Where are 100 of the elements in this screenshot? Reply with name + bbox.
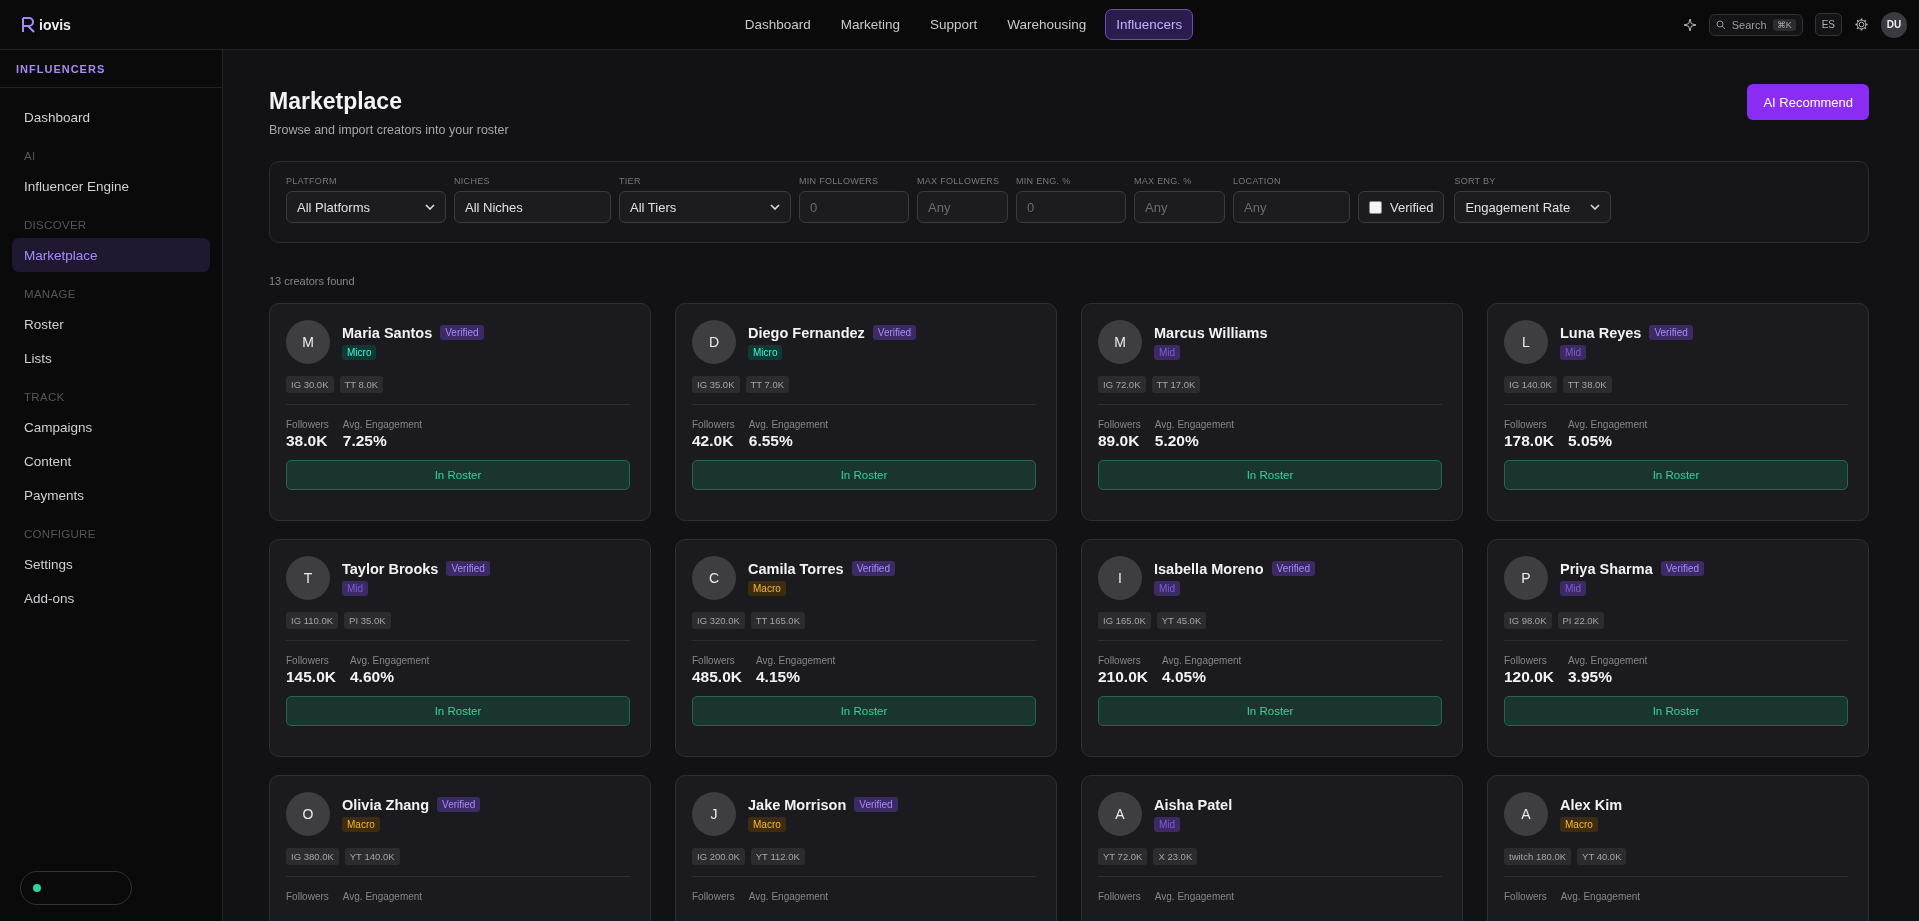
nav-tab[interactable]: Support [918, 9, 989, 40]
stat-label: Followers [1098, 891, 1141, 902]
creator-name: Maria Santos [342, 324, 433, 341]
nav-tab[interactable]: Marketing [829, 9, 911, 40]
verified-checkbox[interactable]: Verified [1358, 191, 1445, 223]
nav-tab[interactable]: Dashboard [733, 9, 822, 40]
stat-label: Avg. Engagement [342, 419, 423, 430]
in-roster-button[interactable]: In Roster [1504, 460, 1848, 490]
caret-icon [425, 204, 435, 210]
platform-chip: IG 110.0K [286, 612, 339, 629]
tier-badge: Micro [342, 344, 377, 360]
filter-label: MIN FOLLOWERS [799, 176, 880, 186]
nav-tab[interactable]: Influencers [1105, 9, 1194, 40]
creator-name: Diego Fernandez [748, 324, 865, 341]
input-field[interactable]: Any [917, 191, 1008, 223]
stat-label: Avg. Engagement [748, 891, 829, 902]
creator-name: Isabella Moreno [1154, 560, 1264, 577]
stat-value: 7.25% [342, 432, 388, 450]
sidebar-item[interactable]: Payments [12, 478, 210, 512]
input-field[interactable]: 0 [799, 191, 909, 223]
search-button[interactable]: Search ⌘K [1708, 13, 1803, 36]
sidebar-item[interactable]: Content [12, 444, 210, 478]
platform-chip: TT 38.0K [1562, 376, 1612, 393]
stat-value: 89.0K [1098, 432, 1141, 450]
ai-recommend-button[interactable]: AI Recommend [1747, 84, 1869, 120]
dropdown[interactable]: Engagement Rate [1454, 191, 1612, 223]
user-avatar[interactable]: DU [1881, 11, 1907, 38]
in-roster-button[interactable]: In Roster [286, 696, 630, 726]
in-roster-button[interactable]: In Roster [692, 696, 1036, 726]
stat-label: Avg. Engagement [1154, 891, 1235, 902]
platform-chip: twitch 180.0K [1504, 848, 1572, 865]
stat-label: Avg. Engagement [756, 655, 836, 666]
sidebar-item[interactable]: Influencer Engine [12, 169, 210, 203]
avatar: A [1504, 792, 1548, 836]
input-field[interactable]: All Niches [454, 191, 611, 223]
stat-label: Avg. Engagement [350, 655, 430, 666]
stat-label: Followers [1504, 419, 1548, 430]
page-title: Marketplace [269, 88, 403, 115]
platform-chip: IG 165.0K [1098, 612, 1151, 629]
tier-badge: Mid [1560, 344, 1587, 360]
language-button[interactable]: ES [1814, 13, 1842, 36]
verified-badge: Verified [440, 325, 484, 340]
input-field[interactable]: Any [1233, 191, 1350, 223]
stat-value: 210.0K [1098, 668, 1148, 686]
sidebar-item[interactable]: Marketplace [12, 238, 210, 272]
platform-chip: TT 7.0K [745, 376, 790, 393]
creator-name: Aisha Patel [1154, 796, 1233, 813]
platform-chip: IG 140.0K [1504, 376, 1557, 393]
stat-label: Avg. Engagement [1568, 655, 1648, 666]
sparkle-icon[interactable] [1682, 17, 1697, 32]
platform-chip: TT 17.0K [1151, 376, 1201, 393]
stat-label: Followers [286, 655, 330, 666]
stat-label: Followers [692, 655, 736, 666]
input-field[interactable]: Any [1134, 191, 1225, 223]
filter-label: TIER [619, 176, 642, 186]
settings-icon[interactable] [1854, 17, 1869, 32]
sidebar-item[interactable]: Add-ons [12, 581, 210, 615]
input-field[interactable]: 0 [1016, 191, 1126, 223]
stat-value: 3.95% [1568, 668, 1613, 686]
filter-label: MAX ENG. % [1134, 176, 1193, 186]
in-roster-button[interactable]: In Roster [1098, 696, 1442, 726]
stat-value: 485.0K [692, 668, 742, 686]
verified-badge: Verified [1660, 561, 1705, 576]
caret-icon [1590, 204, 1601, 210]
nav-tab[interactable]: Warehousing [996, 9, 1098, 40]
in-roster-button[interactable]: In Roster [1098, 460, 1442, 490]
stat-value: 6.55% [748, 432, 794, 450]
dropdown[interactable]: All Platforms [286, 191, 446, 223]
platform-chip: YT 140.0K [344, 848, 400, 865]
creator-name: Alex Kim [1560, 796, 1623, 813]
in-roster-button[interactable]: In Roster [692, 460, 1036, 490]
tier-badge: Mid [1154, 344, 1181, 360]
platform-chip: YT 40.0K [1577, 848, 1627, 865]
stat-label: Followers [1504, 655, 1548, 666]
sidebar-item[interactable]: Dashboard [12, 100, 210, 134]
avatar: J [692, 792, 736, 836]
platform-chip: TT 165.0K [750, 612, 805, 629]
sidebar-item[interactable]: Lists [12, 341, 210, 375]
in-roster-button[interactable]: In Roster [286, 460, 630, 490]
filter-label: MAX FOLLOWERS [917, 176, 1001, 186]
stat-label: Followers [692, 891, 735, 902]
filter-label: LOCATION [1233, 176, 1282, 186]
sidebar-item[interactable]: Campaigns [12, 410, 210, 444]
filter-label: NICHES [454, 176, 491, 186]
tier-badge: Mid [1154, 816, 1181, 832]
filter-label: SORT BY [1454, 176, 1497, 186]
stat-value: 4.60% [350, 668, 395, 686]
caret-icon [770, 204, 780, 210]
filter-label: MIN ENG. % [1016, 176, 1072, 186]
sidebar-heading: DISCOVER [23, 218, 88, 233]
creator-name: Taylor Brooks [342, 560, 439, 577]
creator-name: Jake Morrison [748, 796, 847, 813]
dropdown[interactable]: All Tiers [619, 191, 791, 223]
stat-label: Avg. Engagement [1560, 891, 1641, 902]
tier-badge: Macro [748, 580, 786, 596]
logo-text: iovis [39, 16, 71, 33]
sidebar-item[interactable]: Roster [12, 307, 210, 341]
sidebar-item[interactable]: Settings [12, 547, 210, 581]
in-roster-button[interactable]: In Roster [1504, 696, 1848, 726]
avatar: O [286, 792, 330, 836]
